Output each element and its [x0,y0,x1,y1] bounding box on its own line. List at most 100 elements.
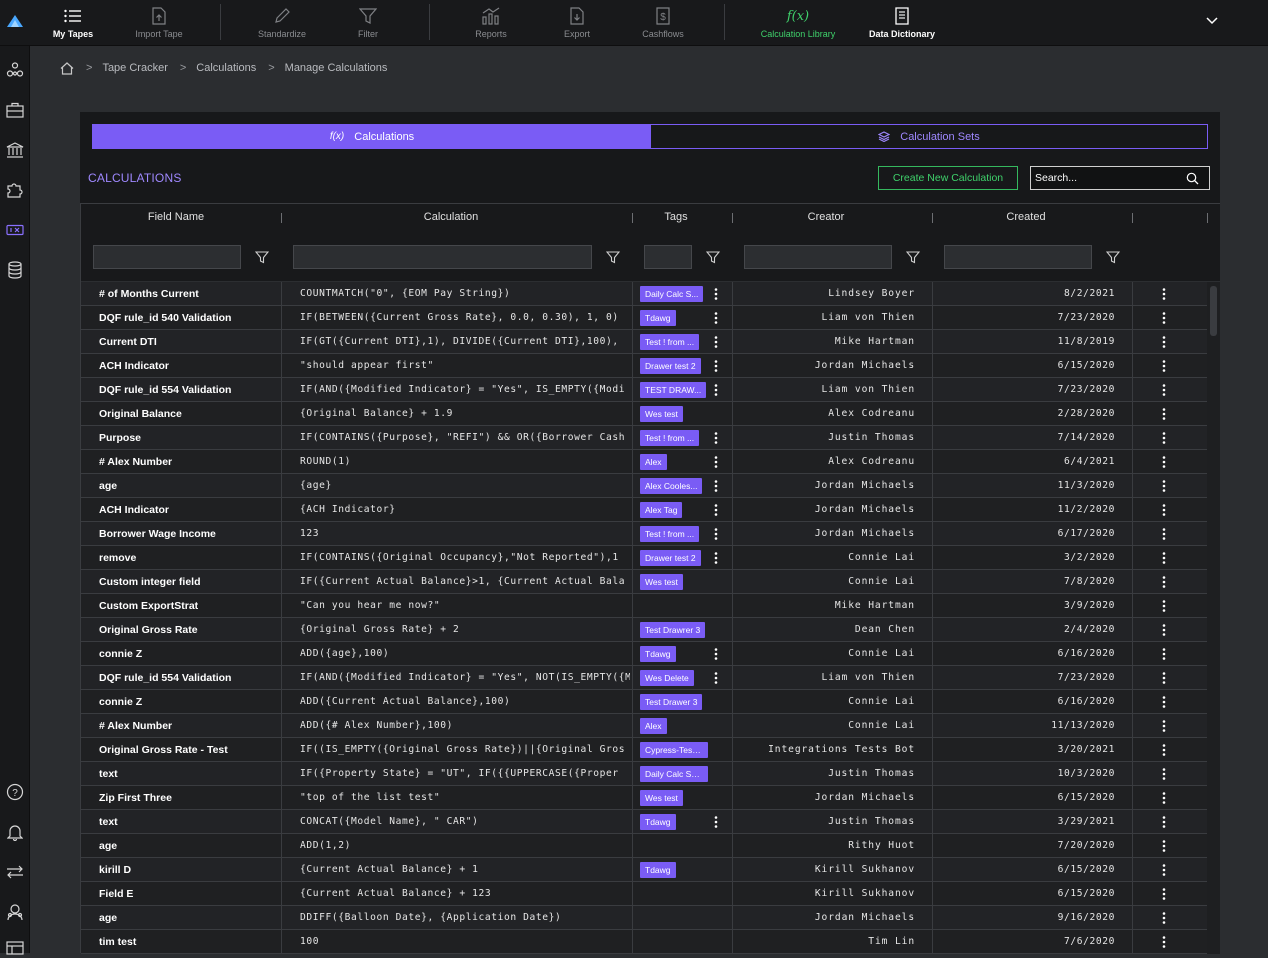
tag-more-icon[interactable] [714,287,718,305]
row-actions-icon[interactable] [1157,330,1171,353]
row-actions-icon[interactable] [1157,690,1171,713]
table-row[interactable]: Borrower Wage Income 123 Test ! from ... Jo… [81,522,1207,546]
chevron-down-icon[interactable] [1206,17,1218,25]
row-actions-icon[interactable] [1157,378,1171,401]
tag-more-icon[interactable] [714,455,718,473]
tag-badge[interactable]: Alex [640,453,667,470]
nav-import-tape[interactable]: Import Tape [130,0,188,46]
row-actions-icon[interactable] [1157,522,1171,545]
tag-more-icon[interactable] [714,671,718,689]
table-row[interactable]: # of Months Current COUNTMATCH("0", {EOM … [81,282,1207,306]
table-row[interactable]: age {age} Alex Cooles... Jordan Michaels 11/… [81,474,1207,498]
tag-badge[interactable]: Test Drawer 3 [640,693,703,710]
tag-badge[interactable]: Tdawg [640,645,676,662]
tag-badge[interactable]: TEST DRAW... [640,381,707,398]
row-actions-icon[interactable] [1157,810,1171,833]
home-icon[interactable] [60,61,74,75]
bell-icon[interactable] [5,822,25,842]
tag-badge[interactable]: Wes test [640,405,683,422]
tag-more-icon[interactable] [714,815,718,833]
tag-badge[interactable]: Test Drawrer 3 [640,621,706,638]
tag-badge[interactable]: Daily Calc Set 2 [640,765,708,782]
row-actions-icon[interactable] [1157,858,1171,881]
table-row[interactable]: Custom ExportStrat "Can you hear me now?"… [81,594,1207,618]
row-actions-icon[interactable] [1157,714,1171,737]
search-input[interactable]: Search... [1030,166,1210,190]
briefcase-icon[interactable] [5,100,25,120]
row-actions-icon[interactable] [1157,642,1171,665]
tag-badge[interactable]: Wes test [640,573,683,590]
tag-more-icon[interactable] [714,527,718,545]
tag-badge[interactable]: Daily Calc S... [640,285,704,302]
row-actions-icon[interactable] [1157,402,1171,425]
tag-more-icon[interactable] [714,359,718,377]
table-row[interactable]: age DDIFF({Balloon Date}, {Application Da… [81,906,1207,930]
bank-icon[interactable] [5,140,25,160]
creator-filter-input[interactable] [744,245,892,269]
tag-badge[interactable]: Drawer test 2 [640,357,701,374]
tag-more-icon[interactable] [714,431,718,449]
filter-icon[interactable] [606,250,620,264]
puzzle-icon[interactable] [5,180,25,200]
row-actions-icon[interactable] [1157,834,1171,857]
tag-badge[interactable]: Drawer test 2 [640,549,701,566]
row-actions-icon[interactable] [1157,882,1171,905]
nav-data-dictionary[interactable]: Data Dictionary [868,0,936,46]
row-actions-icon[interactable] [1157,282,1171,305]
row-actions-icon[interactable] [1157,594,1171,617]
table-row[interactable]: Zip First Three "top of the list test" Wes… [81,786,1207,810]
table-row[interactable]: DQF rule_id 554 Validation IF(AND({Modifi… [81,378,1207,402]
nav-filter[interactable]: Filter [350,0,386,46]
tag-more-icon[interactable] [714,647,718,665]
tag-more-icon[interactable] [714,383,718,401]
table-icon[interactable] [5,938,25,958]
app-logo-icon[interactable] [6,12,24,30]
tag-badge[interactable]: Tdawg [640,309,676,326]
tag-badge[interactable]: Test ! from ... [640,429,700,446]
row-actions-icon[interactable] [1157,570,1171,593]
row-actions-icon[interactable] [1157,666,1171,689]
row-actions-icon[interactable] [1157,426,1171,449]
tag-badge[interactable]: Test ! from ... [640,333,700,350]
tag-badge[interactable]: Alex Cooles... [640,477,703,494]
create-new-calculation-button[interactable]: Create New Calculation [878,166,1018,190]
row-actions-icon[interactable] [1157,354,1171,377]
table-row[interactable]: age ADD(1,2) Rithy Huot 7/20/2020 [81,834,1207,858]
table-row[interactable]: Custom integer field IF({Current Actual B… [81,570,1207,594]
ticket-icon[interactable] [5,220,25,240]
table-row[interactable]: Original Balance {Original Balance} + 1.9… [81,402,1207,426]
scrollbar-thumb[interactable] [1210,286,1217,336]
table-row[interactable]: text IF({Property State} = "UT", IF({{UPP… [81,762,1207,786]
field-name-filter-input[interactable] [93,245,241,269]
help-icon[interactable]: ? [5,782,25,802]
table-row[interactable]: Current DTI IF(GT({Current DTI},1), DIVID… [81,330,1207,354]
filter-icon[interactable] [906,250,920,264]
filter-icon[interactable] [1106,250,1120,264]
tag-badge[interactable]: Test ! from ... [640,525,700,542]
tag-badge[interactable]: Wes test [640,789,683,806]
row-actions-icon[interactable] [1157,906,1171,929]
table-row[interactable]: DQF rule_id 540 Validation IF(BETWEEN({Cu… [81,306,1207,330]
table-row[interactable]: # Alex Number ROUND(1) Alex Alex Codreanu 6/… [81,450,1207,474]
created-filter-input[interactable] [944,245,1092,269]
tag-badge[interactable]: Tdawg [640,813,676,830]
table-row[interactable]: connie Z ADD({Current Actual Balance},100… [81,690,1207,714]
tab-calculations[interactable]: f(x) Calculations [93,125,651,148]
row-actions-icon[interactable] [1157,474,1171,497]
scrollbar-track[interactable] [1207,282,1220,954]
tag-badge[interactable]: Wes Delete [640,669,694,686]
breadcrumb-calculations[interactable]: Calculations [196,62,256,74]
table-row[interactable]: ACH Indicator {ACH Indicator} Alex Tag Jord… [81,498,1207,522]
database-icon[interactable] [5,260,25,280]
row-actions-icon[interactable] [1157,498,1171,521]
row-actions-icon[interactable] [1157,618,1171,641]
column-header-creator[interactable]: Creator [751,211,901,223]
table-row[interactable]: Original Gross Rate - Test IF((IS_EMPTY({… [81,738,1207,762]
search-icon[interactable] [1186,172,1199,185]
table-row[interactable]: ACH Indicator "should appear first" Drawer… [81,354,1207,378]
calculation-filter-input[interactable] [293,245,592,269]
nav-my-tapes[interactable]: My Tapes [50,0,96,46]
tag-more-icon[interactable] [714,311,718,329]
table-row[interactable]: remove IF(CONTAINS({Original Occupancy},"… [81,546,1207,570]
filter-icon[interactable] [706,250,720,264]
